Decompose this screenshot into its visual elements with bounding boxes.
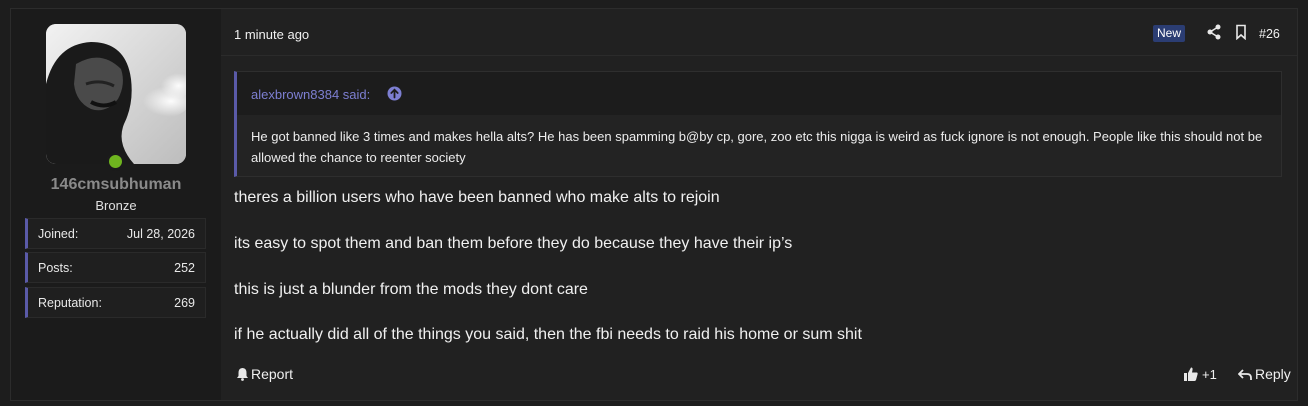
post-text-line: if he actually did all of the things you…	[234, 326, 862, 343]
stat-posts: Posts: 252	[25, 252, 206, 283]
stat-value: Jul 28, 2026	[126, 227, 195, 241]
post-text-line: its easy to spot them and ban them befor…	[234, 235, 793, 252]
post-text-line: this is just a blunder from the mods the…	[234, 281, 588, 298]
user-rank: Bronze	[95, 198, 137, 213]
thumbs-up-icon	[1184, 367, 1198, 381]
quote-block: alexbrown8384 said: He got banned like 3…	[234, 71, 1282, 177]
post-main: 1 minute ago New #26 alexbrown8384 said:	[221, 9, 1297, 400]
avatar-wrapper[interactable]	[46, 24, 186, 171]
new-badge: New	[1153, 25, 1186, 42]
reply-button[interactable]: Reply	[1237, 366, 1291, 382]
report-label: Report	[251, 366, 294, 382]
username-link[interactable]: 146cmsubhuman	[11, 176, 221, 194]
stat-value: 252	[174, 261, 195, 275]
avatar[interactable]	[46, 24, 186, 164]
like-count: +1	[1202, 367, 1217, 382]
quote-header: alexbrown8384 said:	[237, 72, 1281, 115]
stat-label: Reputation:	[38, 296, 102, 310]
jump-to-quote-icon[interactable]	[387, 86, 402, 101]
stat-reputation: Reputation: 269	[25, 287, 206, 318]
reply-icon	[1237, 369, 1252, 380]
online-status-dot	[106, 152, 125, 171]
quote-text: He got banned like 3 times and makes hel…	[251, 129, 1263, 165]
stat-value: 269	[174, 296, 195, 310]
post-timestamp[interactable]: 1 minute ago	[234, 27, 309, 42]
post-number-link[interactable]: #26	[1259, 27, 1280, 41]
post-text-line: theres a billion users who have been ban…	[234, 189, 720, 206]
like-button[interactable]: +1	[1183, 366, 1217, 382]
share-icon[interactable]	[1206, 24, 1224, 42]
user-info-panel: 146cmsubhuman Bronze Joined: Jul 28, 202…	[11, 9, 221, 400]
stat-joined: Joined: Jul 28, 2026	[25, 218, 206, 249]
stat-label: Joined:	[38, 227, 79, 241]
bell-icon	[237, 368, 248, 381]
header-divider	[221, 55, 1297, 56]
bookmark-icon[interactable]	[1233, 24, 1251, 42]
post-container: 146cmsubhuman Bronze Joined: Jul 28, 202…	[10, 8, 1298, 401]
reply-label: Reply	[1255, 366, 1291, 382]
stat-label: Posts:	[38, 261, 73, 275]
report-button[interactable]: Report	[236, 366, 293, 382]
quote-author-link[interactable]: alexbrown8384 said:	[251, 87, 370, 102]
